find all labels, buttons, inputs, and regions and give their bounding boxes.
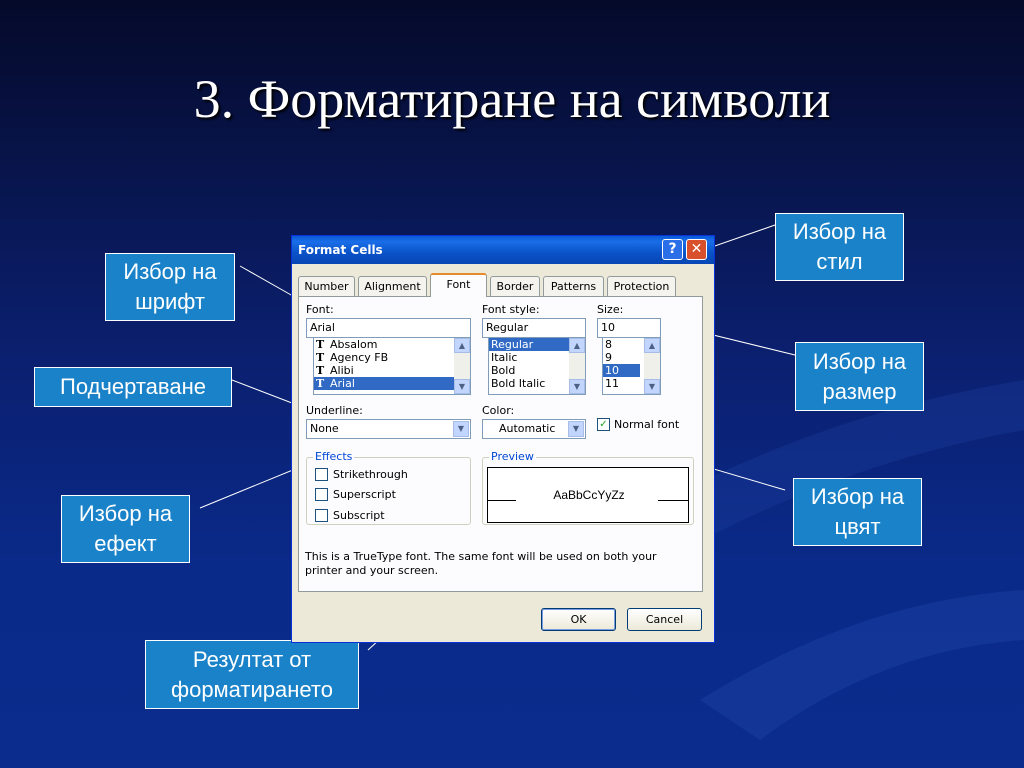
color-select[interactable]: Automatic ▼ bbox=[482, 419, 586, 439]
font-tab-panel: Font: Arial T Absalom T Agency FB T Alibi T… bbox=[298, 296, 703, 592]
tab-alignment[interactable]: Alignment bbox=[358, 276, 427, 296]
size-item-selected[interactable]: 10 bbox=[603, 364, 640, 377]
size-list[interactable]: 8 9 10 11 ▲ ▼ bbox=[602, 337, 661, 395]
font-list-scrollbar[interactable]: ▲ ▼ bbox=[454, 338, 470, 394]
effects-title: Effects bbox=[313, 450, 355, 463]
format-cells-dialog: Format Cells ? ✕ Number Alignment Font B… bbox=[291, 235, 715, 643]
truetype-icon: T bbox=[316, 364, 325, 377]
dialog-titlebar[interactable]: Format Cells ? ✕ bbox=[292, 236, 714, 264]
font-style-scrollbar[interactable]: ▲ ▼ bbox=[569, 338, 585, 394]
size-list-scrollbar[interactable]: ▲ ▼ bbox=[644, 338, 660, 394]
preview-group: Preview AaBbCcYyZz bbox=[482, 450, 694, 525]
preview-box: AaBbCcYyZz bbox=[487, 467, 689, 523]
slide-title: 3. Форматиране на символи bbox=[193, 69, 831, 129]
color-label: Color: bbox=[482, 404, 515, 417]
size-label: Size: bbox=[597, 303, 624, 316]
font-list[interactable]: T Absalom T Agency FB T Alibi T Arial ▲ ▼ bbox=[313, 337, 471, 395]
tab-number[interactable]: Number bbox=[298, 276, 355, 296]
effects-group: Effects Strikethrough Superscript Subscr… bbox=[306, 450, 471, 525]
callout-size: Избор на размер bbox=[795, 342, 924, 411]
strikethrough-label: Strikethrough bbox=[333, 468, 408, 481]
cancel-button[interactable]: Cancel bbox=[627, 608, 702, 631]
truetype-icon: T bbox=[316, 377, 325, 390]
size-input[interactable]: 10 bbox=[597, 318, 661, 338]
font-style-label: Font style: bbox=[482, 303, 540, 316]
callout-result: Резултат от форматирането bbox=[145, 640, 359, 709]
tab-font[interactable]: Font bbox=[430, 273, 487, 297]
font-style-list[interactable]: Regular Italic Bold Bold Italic ▲ ▼ bbox=[488, 337, 586, 395]
chevron-down-icon[interactable]: ▼ bbox=[568, 421, 584, 437]
underline-label: Underline: bbox=[306, 404, 363, 417]
font-input[interactable]: Arial bbox=[306, 318, 471, 338]
color-value: Automatic bbox=[499, 422, 556, 435]
underline-value: None bbox=[310, 422, 339, 435]
truetype-icon: T bbox=[316, 351, 325, 364]
callout-color: Избор на цвят bbox=[793, 478, 922, 546]
superscript-checkbox[interactable] bbox=[315, 488, 328, 501]
font-list-item[interactable]: T Agency FB bbox=[314, 351, 470, 364]
preview-title: Preview bbox=[489, 450, 536, 463]
callout-font: Избор на шрифт bbox=[105, 253, 235, 321]
scroll-down-icon[interactable]: ▼ bbox=[644, 379, 660, 394]
scroll-up-icon[interactable]: ▲ bbox=[644, 338, 660, 353]
scroll-up-icon[interactable]: ▲ bbox=[454, 338, 470, 353]
tab-patterns[interactable]: Patterns bbox=[543, 276, 604, 296]
font-style-item-selected[interactable]: Regular bbox=[489, 338, 569, 351]
truetype-icon: T bbox=[316, 338, 325, 351]
scroll-down-icon[interactable]: ▼ bbox=[454, 379, 470, 394]
close-button[interactable]: ✕ bbox=[686, 239, 707, 260]
callout-effect: Избор на ефект bbox=[61, 495, 190, 563]
superscript-label: Superscript bbox=[333, 488, 396, 501]
font-label: Font: bbox=[306, 303, 334, 316]
subscript-label: Subscript bbox=[333, 509, 385, 522]
normal-font-label: Normal font bbox=[614, 418, 680, 431]
subscript-checkbox[interactable] bbox=[315, 509, 328, 522]
strikethrough-checkbox[interactable] bbox=[315, 468, 328, 481]
font-list-item[interactable]: T Absalom bbox=[314, 338, 470, 351]
font-list-item[interactable]: T Alibi bbox=[314, 364, 470, 377]
ok-button[interactable]: OK bbox=[541, 608, 616, 631]
tab-protection[interactable]: Protection bbox=[607, 276, 676, 296]
dialog-title: Format Cells bbox=[298, 243, 383, 257]
chevron-down-icon[interactable]: ▼ bbox=[453, 421, 469, 437]
callout-underline: Подчертаване bbox=[34, 367, 232, 407]
truetype-note: This is a TrueType font. The same font w… bbox=[305, 550, 657, 577]
scroll-down-icon[interactable]: ▼ bbox=[569, 379, 585, 394]
help-button[interactable]: ? bbox=[662, 239, 683, 260]
tab-border[interactable]: Border bbox=[490, 276, 540, 296]
font-list-item-selected[interactable]: T Arial bbox=[314, 377, 454, 390]
preview-sample: AaBbCcYyZz bbox=[553, 488, 625, 502]
scroll-up-icon[interactable]: ▲ bbox=[569, 338, 585, 353]
callout-style: Избор на стил bbox=[775, 213, 904, 281]
normal-font-checkbox[interactable]: ✓ bbox=[597, 418, 610, 431]
underline-select[interactable]: None ▼ bbox=[306, 419, 471, 439]
font-style-input[interactable]: Regular bbox=[482, 318, 586, 338]
